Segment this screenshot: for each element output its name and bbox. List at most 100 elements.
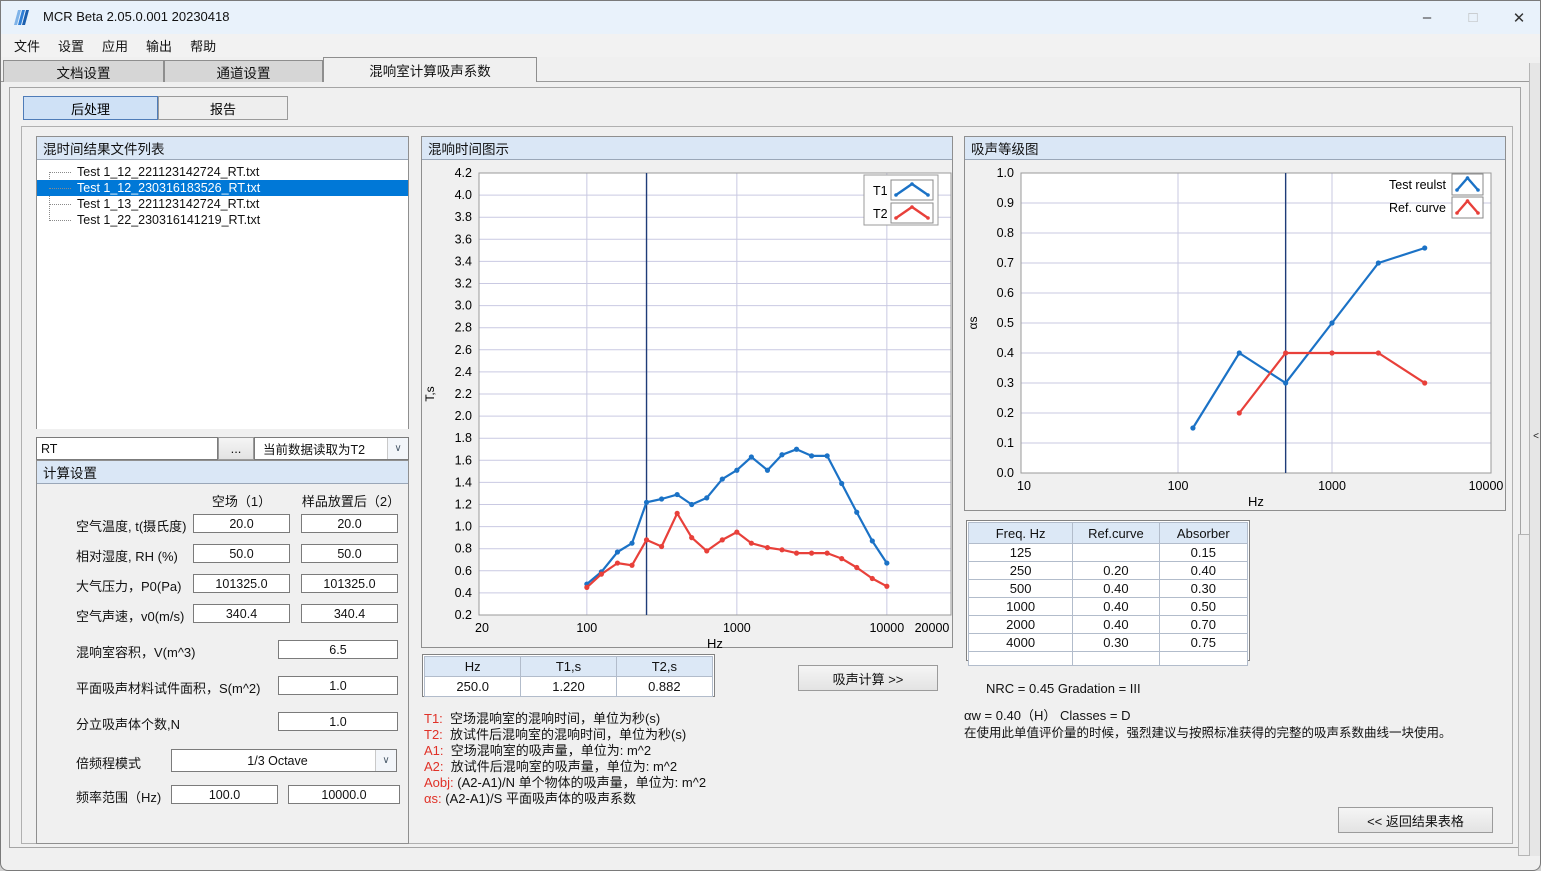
air-temp-2-input[interactable]	[301, 514, 398, 533]
minimize-button[interactable]: –	[1404, 1, 1450, 34]
maximize-button[interactable]: □	[1450, 1, 1496, 34]
absorption-calc-button[interactable]: 吸声计算 >>	[798, 665, 938, 691]
sound-speed-2-input[interactable]	[301, 604, 398, 623]
note-key: T2:	[424, 727, 443, 742]
field-label-room-volume: 混响室容积，V(m^3)	[76, 642, 196, 661]
svg-text:3.4: 3.4	[455, 254, 472, 268]
list-item-selected[interactable]: Test 1_12_230316183526_RT.txt	[37, 180, 408, 196]
svg-text:3.8: 3.8	[455, 210, 472, 224]
svg-text:20000: 20000	[915, 621, 950, 635]
abs-table-cell: 0.50	[1160, 598, 1248, 616]
svg-text:1.2: 1.2	[455, 498, 472, 512]
abs-table-header: Absorber	[1160, 522, 1248, 544]
chevron-down-icon: ∨	[375, 750, 396, 771]
svg-text:0.2: 0.2	[455, 608, 472, 622]
abs-table-cell: 125	[968, 544, 1073, 562]
browse-button[interactable]: ...	[218, 437, 254, 460]
svg-text:0.4: 0.4	[455, 586, 472, 600]
side-panel-splitter[interactable]	[1529, 63, 1541, 856]
abs-table-cell: 0.75	[1160, 634, 1248, 652]
svg-text:100: 100	[1168, 479, 1189, 493]
menu-item-help[interactable]: 帮助	[181, 34, 225, 57]
note-text: (A2-A1)/N 单个物体的吸声量，单位为: m^2	[457, 775, 706, 790]
octave-mode-value: 1/3 Octave	[172, 754, 375, 768]
data-read-as-value: 当前数据读取为T2	[255, 439, 387, 458]
rt-cursor-table: Hz T1,s T2,s 250.0 1.220 0.882	[422, 654, 715, 697]
note-key: T1:	[424, 711, 443, 726]
absorption-chart-panel: 吸声等级图 0.00.10.20.30.40.50.60.70.80.91.01…	[964, 136, 1506, 511]
svg-text:T1: T1	[873, 184, 888, 198]
result-file-panel: 混时间结果文件列表 Test 1_12_221123142724_RT.txt …	[36, 136, 409, 429]
freq-min-input[interactable]	[171, 785, 278, 804]
list-item[interactable]: Test 1_12_221123142724_RT.txt	[37, 164, 408, 180]
menu-item-application[interactable]: 应用	[93, 34, 137, 57]
svg-text:T,s: T,s	[423, 386, 437, 401]
menu-item-output[interactable]: 输出	[137, 34, 181, 57]
abs-table-cell	[1160, 652, 1248, 666]
field-label-freq-range: 频率范围（Hz)	[76, 787, 161, 806]
svg-text:0.6: 0.6	[455, 564, 472, 578]
humidity-2-input[interactable]	[301, 544, 398, 563]
tab-report[interactable]: 报告	[158, 96, 288, 120]
freq-max-input[interactable]	[288, 785, 400, 804]
close-button[interactable]: ✕	[1496, 1, 1541, 34]
svg-text:4.0: 4.0	[455, 188, 472, 202]
abs-table-cell: 500	[968, 580, 1073, 598]
svg-text:T2: T2	[873, 207, 888, 221]
note-text: 空场混响室的混响时间，单位为秒(s)	[450, 711, 660, 726]
field-label-absorber-count: 分立吸声体个数,N	[76, 714, 180, 733]
absorber-count-input[interactable]	[278, 712, 398, 731]
list-item[interactable]: Test 1_13_221123142724_RT.txt	[37, 196, 408, 212]
octave-mode-dropdown[interactable]: 1/3 Octave ∨	[171, 749, 397, 772]
humidity-1-input[interactable]	[193, 544, 290, 563]
collapsed-subpanel	[1518, 534, 1529, 856]
pressure-2-input[interactable]	[301, 574, 398, 593]
result-file-list[interactable]: Test 1_12_221123142724_RT.txt Test 1_12_…	[37, 160, 408, 429]
svg-text:10000: 10000	[1469, 479, 1504, 493]
abs-table-cell: 0.30	[1160, 580, 1248, 598]
room-volume-input[interactable]	[278, 640, 398, 659]
app-window: MCR Beta 2.05.0.001 20230418 – □ ✕ 文件 设置…	[0, 0, 1541, 871]
menu-bar: 文件 设置 应用 输出 帮助	[1, 34, 1541, 57]
abs-table-cell: 0.30	[1073, 634, 1159, 652]
note-text: 放试件后混响室的混响时间，单位为秒(s)	[450, 727, 686, 742]
rt-table-t2-value: 0.882	[617, 677, 713, 697]
svg-text:1000: 1000	[723, 621, 751, 635]
svg-text:3.2: 3.2	[455, 277, 472, 291]
abs-table-cell: 0.40	[1160, 562, 1248, 580]
pressure-1-input[interactable]	[193, 574, 290, 593]
list-item[interactable]: Test 1_22_230316141219_RT.txt	[37, 212, 408, 228]
svg-text:3.0: 3.0	[455, 299, 472, 313]
abs-table-cell: 0.40	[1073, 616, 1159, 634]
field-label-air-temp: 空气温度, t(摄氏度)	[76, 516, 187, 535]
abs-table-cell: 2000	[968, 616, 1073, 634]
rt-table-header-t2: T2,s	[617, 656, 713, 677]
field-label-octave-mode: 倍频程模式	[76, 753, 141, 772]
svg-text:2.4: 2.4	[455, 365, 472, 379]
tab-reverb-absorption[interactable]: 混响室计算吸声系数	[323, 57, 537, 82]
note-text: 放试件后混响室的吸声量，单位为: m^2	[451, 759, 677, 774]
menu-item-file[interactable]: 文件	[5, 34, 49, 57]
absorption-chart[interactable]: 0.00.10.20.30.40.50.60.70.80.91.01010010…	[965, 160, 1505, 511]
sample-area-input[interactable]	[278, 676, 398, 695]
svg-text:0.3: 0.3	[997, 376, 1014, 390]
absorption-table: Freq. HzRef.curveAbsorber1250.152500.200…	[966, 520, 1250, 661]
rt-chart[interactable]: 0.20.40.60.81.01.21.41.61.82.02.22.42.62…	[422, 160, 952, 648]
rt-table-freq-value: 250.0	[424, 677, 521, 697]
collapse-panel-button[interactable]: <	[1530, 431, 1541, 442]
abs-table-cell: 0.70	[1160, 616, 1248, 634]
note-key: αs:	[424, 791, 442, 806]
tab-channel-settings[interactable]: 通道设置	[164, 60, 323, 82]
sound-speed-1-input[interactable]	[193, 604, 290, 623]
air-temp-1-input[interactable]	[193, 514, 290, 533]
tab-document-settings[interactable]: 文档设置	[3, 60, 164, 82]
menu-item-settings[interactable]: 设置	[49, 34, 93, 57]
svg-text:1.6: 1.6	[455, 453, 472, 467]
rt-name-input[interactable]	[36, 437, 218, 460]
back-to-results-button[interactable]: << 返回结果表格	[1338, 807, 1493, 833]
note-key: A1:	[424, 743, 444, 758]
field-label-sample-area: 平面吸声材料试件面积，S(m^2)	[76, 678, 261, 697]
abs-table-cell: 0.40	[1073, 598, 1159, 616]
data-read-as-dropdown[interactable]: 当前数据读取为T2 ∨	[254, 437, 409, 460]
tab-post-processing[interactable]: 后处理	[23, 96, 158, 120]
